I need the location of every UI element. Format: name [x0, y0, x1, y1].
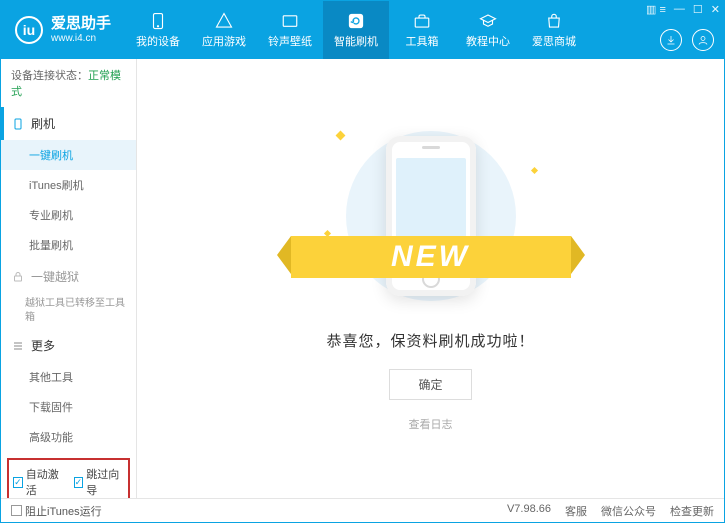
banner-text: NEW — [291, 236, 571, 278]
lock-icon — [11, 271, 25, 283]
brand-url: www.i4.cn — [51, 33, 111, 44]
list-icon — [11, 340, 25, 352]
maximize-icon[interactable]: ☐ — [693, 3, 703, 16]
sidebar-item-advanced[interactable]: 高级功能 — [1, 422, 136, 452]
checkbox-label: 跳过向导 — [86, 466, 124, 498]
nav-toolbox[interactable]: 工具箱 — [389, 1, 455, 59]
checkbox-block-itunes[interactable]: ✓阻止iTunes运行 — [11, 503, 102, 519]
app-header: iu 爱思助手 www.i4.cn 我的设备 应用游戏 铃声壁纸 智能刷机 工具… — [1, 1, 724, 59]
checkbox-label: 自动激活 — [26, 466, 64, 498]
download-icon[interactable] — [660, 29, 682, 51]
brand-name: 爱思助手 — [51, 16, 111, 33]
ok-button[interactable]: 确定 — [389, 369, 471, 400]
view-log-link[interactable]: 查看日志 — [409, 416, 453, 432]
header-right — [660, 29, 714, 51]
wallpaper-icon — [281, 12, 299, 30]
success-message: 恭喜您，保资料刷机成功啦！ — [326, 330, 534, 351]
close-icon[interactable]: ✕ — [711, 3, 720, 16]
minimize-icon[interactable]: — — [674, 3, 685, 16]
section-title: 刷机 — [31, 115, 55, 132]
checkbox-auto-activate[interactable]: ✓自动激活 — [13, 466, 64, 498]
connection-label: 设备连接状态： — [11, 70, 88, 82]
nav-label: 应用游戏 — [202, 33, 246, 49]
sidebar-item-batch[interactable]: 批量刷机 — [1, 230, 136, 260]
phone-icon — [149, 12, 167, 30]
nav-label: 智能刷机 — [334, 33, 378, 49]
sidebar-item-pro[interactable]: 专业刷机 — [1, 200, 136, 230]
user-icon[interactable] — [692, 29, 714, 51]
window-controls: ▥ ≡ — ☐ ✕ — [646, 3, 720, 16]
section-title: 更多 — [31, 337, 55, 354]
nav-label: 工具箱 — [406, 33, 439, 49]
section-jailbreak[interactable]: 一键越狱 — [1, 260, 136, 293]
checkbox-skip-guide[interactable]: ✓跳过向导 — [74, 466, 125, 498]
wechat-link[interactable]: 微信公众号 — [601, 503, 656, 519]
version-label: V7.98.66 — [507, 503, 551, 519]
options-row: ✓自动激活 ✓跳过向导 — [7, 458, 130, 498]
update-link[interactable]: 检查更新 — [670, 503, 714, 519]
brand: 爱思助手 www.i4.cn — [51, 16, 111, 44]
sidebar-item-other[interactable]: 其他工具 — [1, 362, 136, 392]
checkbox-label: 阻止iTunes运行 — [25, 503, 102, 519]
main-content: NEW 恭喜您，保资料刷机成功啦！ 确定 查看日志 — [137, 59, 724, 498]
top-nav: 我的设备 应用游戏 铃声壁纸 智能刷机 工具箱 教程中心 爱思商城 — [125, 1, 587, 59]
nav-label: 教程中心 — [466, 33, 510, 49]
section-more[interactable]: 更多 — [1, 329, 136, 362]
sidebar: 设备连接状态：正常模式 刷机 一键刷机 iTunes刷机 专业刷机 批量刷机 一… — [1, 59, 137, 498]
new-banner: NEW — [291, 236, 571, 278]
footer: ✓阻止iTunes运行 V7.98.66 客服 微信公众号 检查更新 — [1, 498, 724, 522]
body: 设备连接状态：正常模式 刷机 一键刷机 iTunes刷机 专业刷机 批量刷机 一… — [1, 59, 724, 498]
illustration: NEW — [331, 126, 531, 306]
nav-label: 铃声壁纸 — [268, 33, 312, 49]
store-icon — [545, 12, 563, 30]
section-title: 一键越狱 — [31, 268, 79, 285]
nav-label: 我的设备 — [136, 33, 180, 49]
connection-status: 设备连接状态：正常模式 — [1, 59, 136, 107]
nav-store[interactable]: 爱思商城 — [521, 1, 587, 59]
sidebar-item-itunes[interactable]: iTunes刷机 — [1, 170, 136, 200]
nav-ringtones[interactable]: 铃声壁纸 — [257, 1, 323, 59]
tutorial-icon — [479, 12, 497, 30]
sidebar-item-download[interactable]: 下载固件 — [1, 392, 136, 422]
apps-icon — [215, 12, 233, 30]
nav-tutorials[interactable]: 教程中心 — [455, 1, 521, 59]
sidebar-item-oneclick[interactable]: 一键刷机 — [1, 140, 136, 170]
support-link[interactable]: 客服 — [565, 503, 587, 519]
nav-my-device[interactable]: 我的设备 — [125, 1, 191, 59]
footer-right: V7.98.66 客服 微信公众号 检查更新 — [507, 503, 714, 519]
nav-label: 爱思商城 — [532, 33, 576, 49]
logo-icon: iu — [15, 16, 43, 44]
jailbreak-notice: 越狱工具已转移至工具箱 — [25, 297, 128, 325]
logo-area: iu 爱思助手 www.i4.cn — [1, 16, 125, 44]
phone-small-icon — [11, 118, 25, 130]
menu-icon[interactable]: ▥ ≡ — [646, 3, 666, 16]
section-flash[interactable]: 刷机 — [1, 107, 136, 140]
nav-apps[interactable]: 应用游戏 — [191, 1, 257, 59]
refresh-icon — [347, 12, 365, 30]
toolbox-icon — [413, 12, 431, 30]
nav-flash[interactable]: 智能刷机 — [323, 1, 389, 59]
